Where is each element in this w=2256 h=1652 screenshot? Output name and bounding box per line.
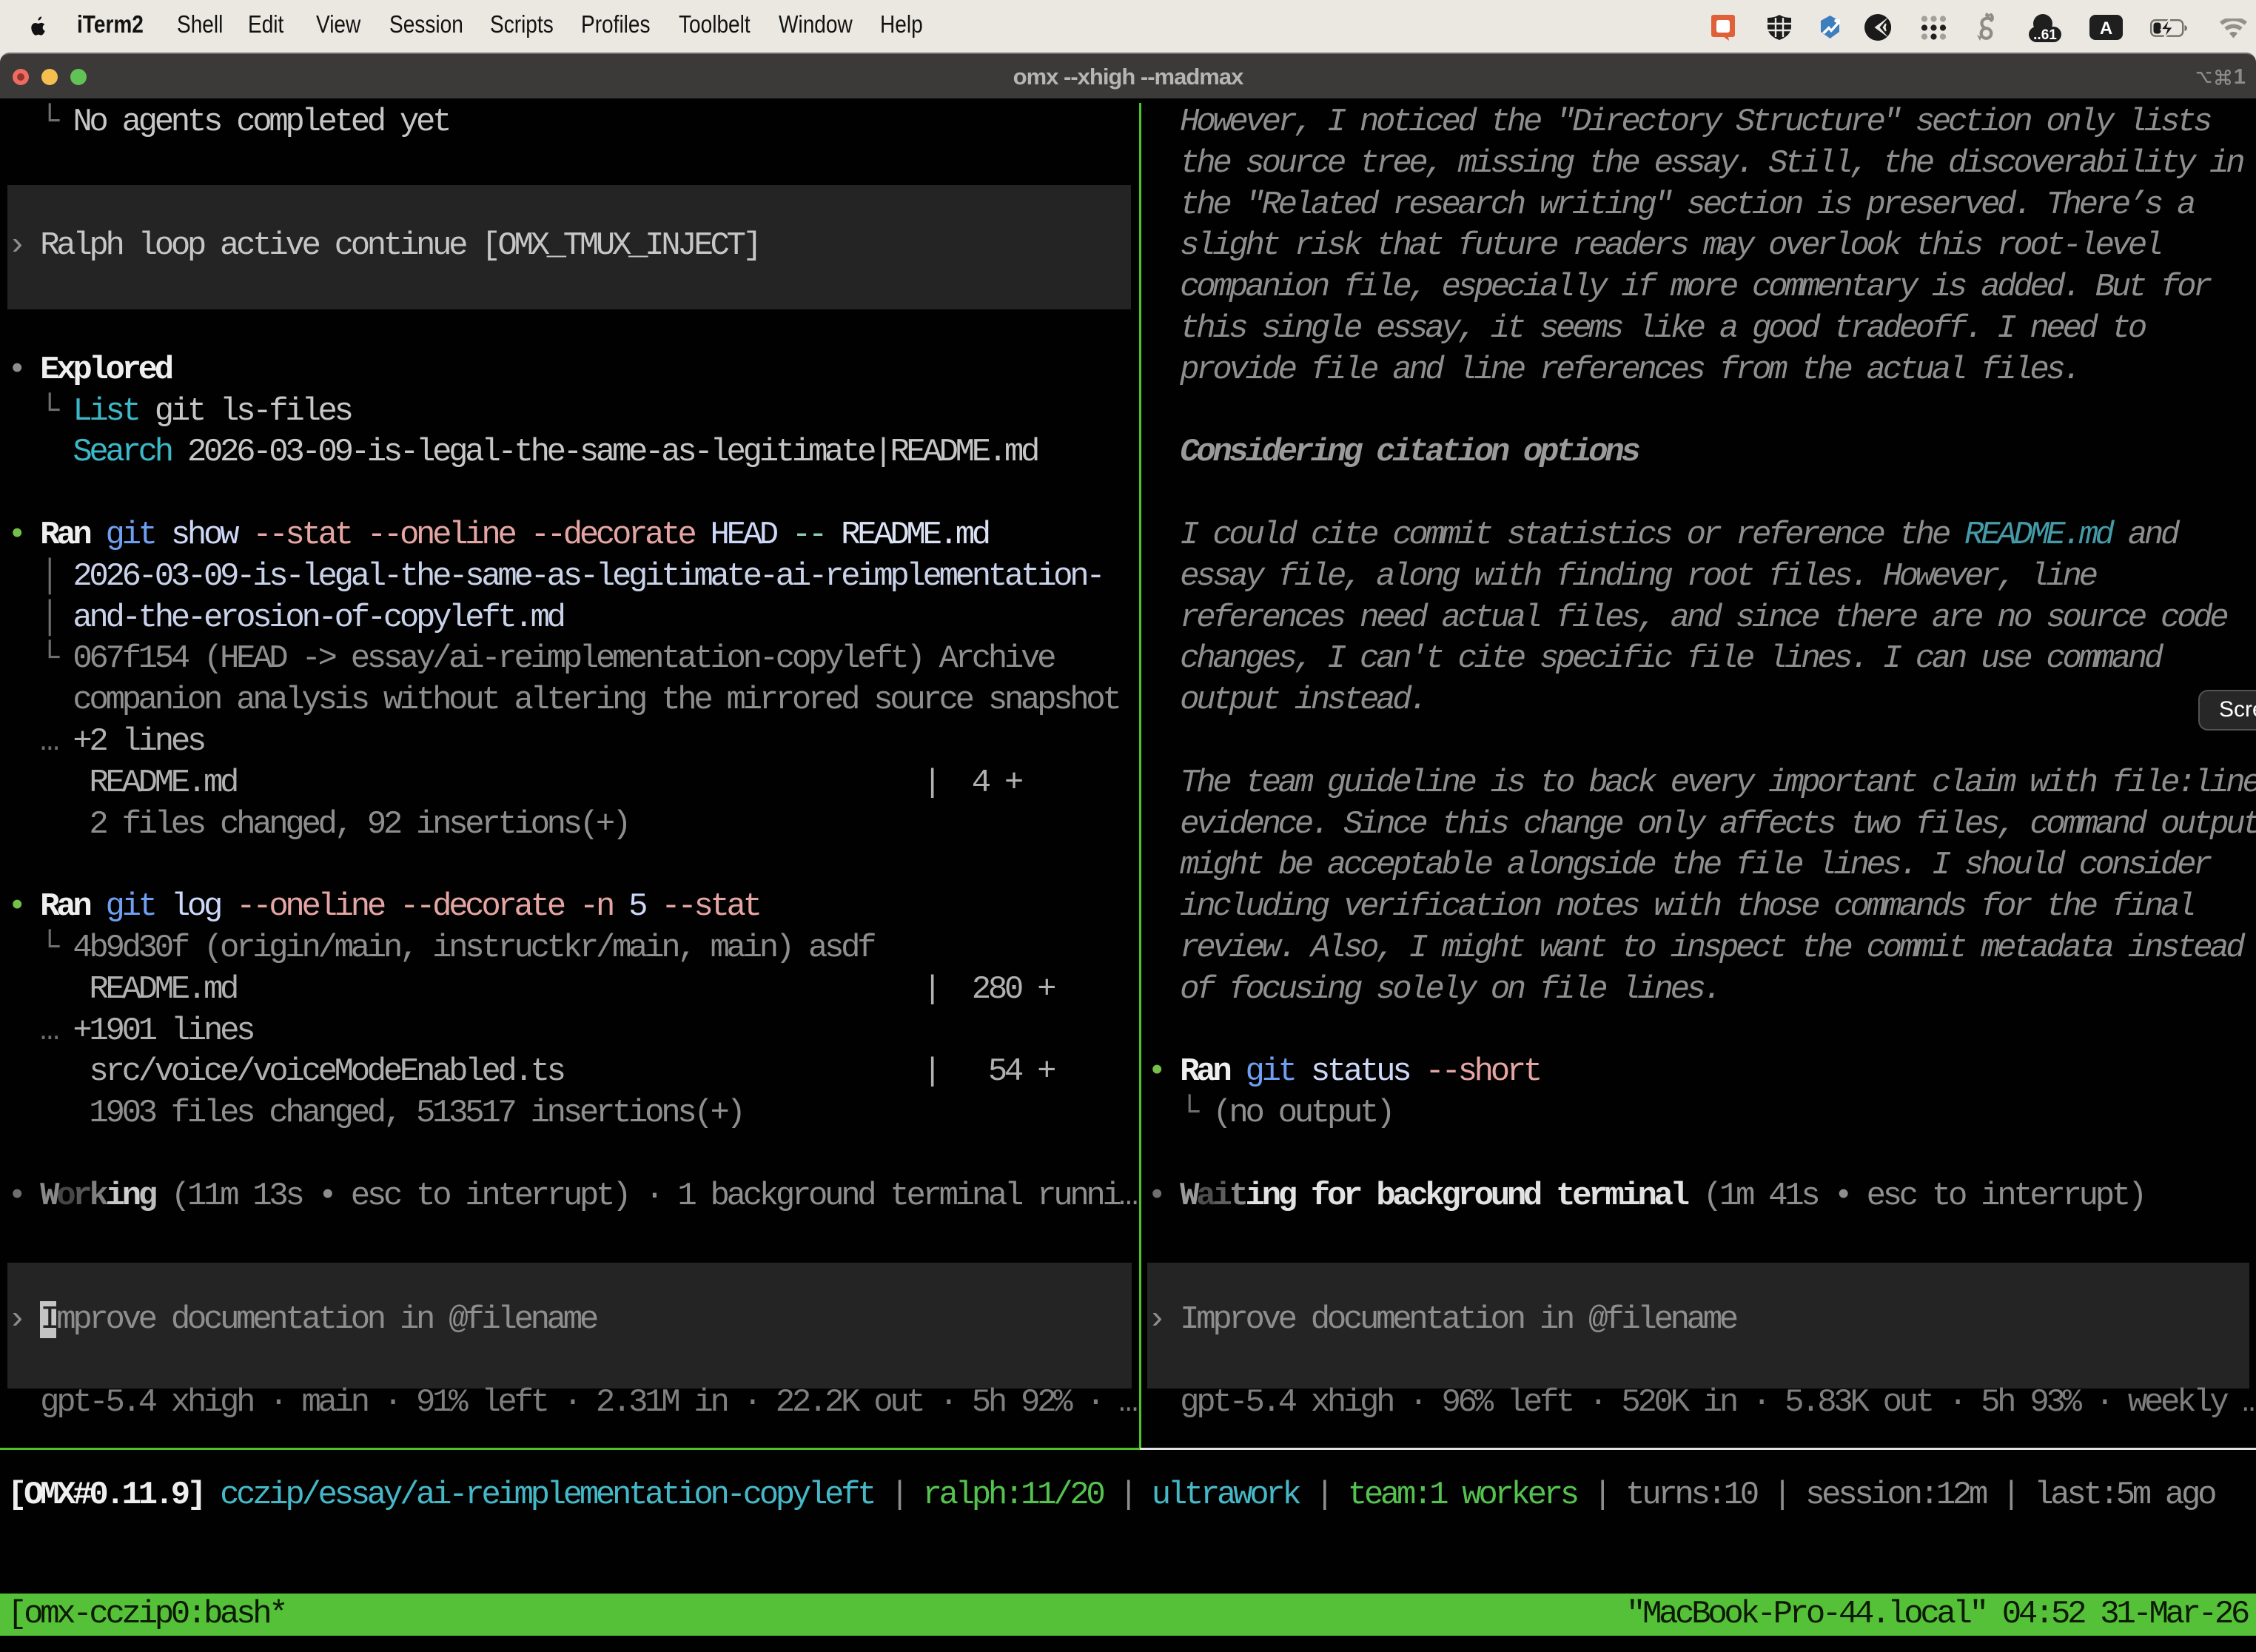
svg-text:A: A xyxy=(2100,19,2112,38)
svg-text:..61: ..61 xyxy=(2033,27,2057,42)
